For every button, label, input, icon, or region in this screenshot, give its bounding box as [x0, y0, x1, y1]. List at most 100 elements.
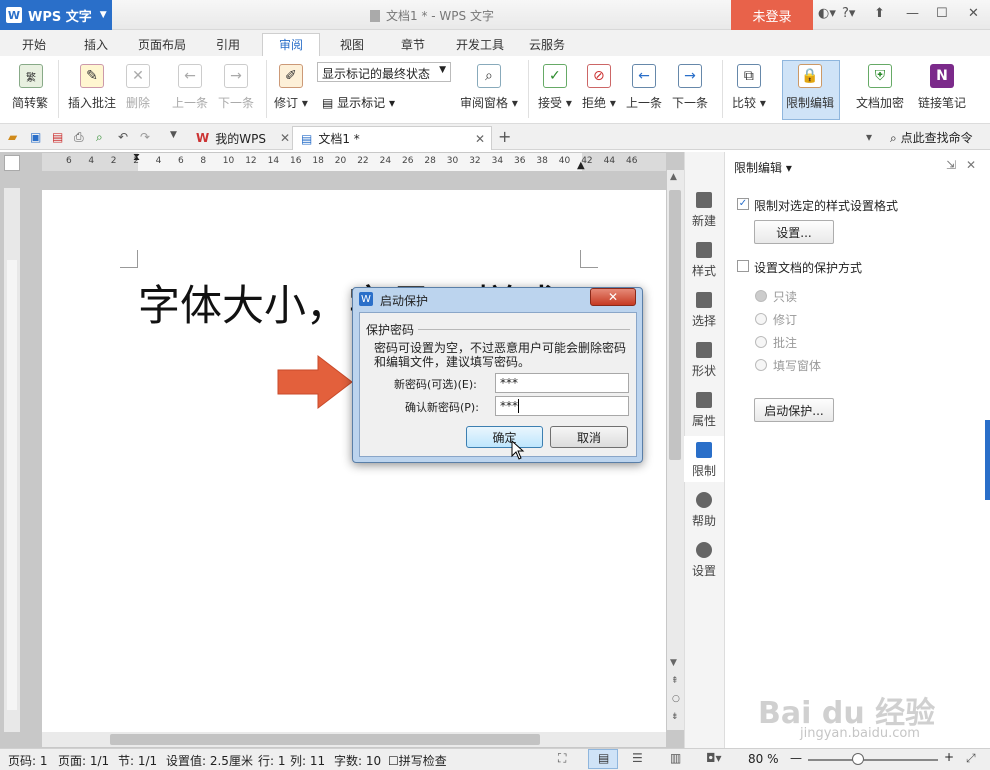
protection-checkbox[interactable]	[737, 260, 749, 272]
zoom-out-icon[interactable]: —	[790, 751, 802, 765]
settings-button[interactable]: 设置...	[754, 220, 834, 244]
comment-radio[interactable]	[755, 336, 767, 348]
compare-button[interactable]: ⧉ 比较 ▾	[732, 64, 766, 111]
zoom-slider-track[interactable]	[808, 759, 938, 761]
save-icon[interactable]: ▣	[30, 130, 41, 144]
tab-view[interactable]: 视图	[340, 36, 364, 53]
prev-page-icon[interactable]: ⇞	[671, 676, 679, 686]
panel-title[interactable]: 限制编辑 ▾	[734, 159, 792, 176]
new-password-input[interactable]: ***	[495, 373, 629, 393]
maximize-icon[interactable]: ☐	[936, 6, 948, 21]
tab-insert[interactable]: 插入	[84, 36, 108, 53]
arrow-right-icon: →	[678, 64, 702, 88]
sidebar-item-help[interactable]: 帮助	[684, 492, 724, 529]
full-screen-icon[interactable]: ⛶	[558, 751, 566, 766]
insert-comment-button[interactable]: ✎ 插入批注	[68, 64, 116, 111]
sidebar-item-new[interactable]: 新建	[684, 192, 724, 229]
sidebar-item-restrict[interactable]: 限制	[684, 436, 724, 482]
sidebar-item-styles[interactable]: 样式	[684, 242, 724, 279]
start-protection-button[interactable]: 启动保护...	[754, 398, 834, 422]
indent-marker[interactable]: ⧗	[133, 152, 140, 163]
readonly-radio[interactable]	[755, 290, 767, 302]
tab-home[interactable]: 开始	[22, 36, 46, 53]
show-markup-button[interactable]: ▤ 显示标记 ▾	[322, 94, 395, 111]
right-indent-marker[interactable]: ▲	[577, 160, 585, 171]
confirm-password-input[interactable]: ***	[495, 396, 629, 416]
tab-my-wps[interactable]: W 我的WPS ✕	[188, 126, 298, 150]
scroll-down-icon[interactable]: ▼	[670, 658, 677, 668]
ok-button[interactable]: 确定	[466, 426, 543, 448]
find-command-box[interactable]: ⌕ 点此查找命令	[890, 129, 973, 146]
prev-comment-button[interactable]: ← 上一条	[172, 64, 208, 111]
print-preview-icon[interactable]: ⌕	[96, 130, 103, 145]
tab-page-layout[interactable]: 页面布局	[138, 36, 186, 53]
horizontal-scrollbar-thumb[interactable]	[110, 734, 540, 745]
select-browse-icon[interactable]: ○	[672, 694, 680, 704]
tab-section[interactable]: 章节	[401, 36, 425, 53]
cancel-button[interactable]: 取消	[550, 426, 628, 448]
tab-references[interactable]: 引用	[216, 36, 240, 53]
outline-view-icon[interactable]: ☰	[632, 751, 643, 765]
redo-icon[interactable]: ↷	[140, 130, 150, 144]
minimize-icon[interactable]: —	[906, 6, 919, 21]
tab-stop-selector[interactable]	[4, 155, 20, 171]
open-folder-icon[interactable]: ▰	[8, 130, 17, 144]
skin-icon[interactable]: ◐▾	[818, 6, 836, 21]
encrypt-document-button[interactable]: ⛨ 文档加密	[856, 64, 904, 111]
upload-icon[interactable]: ⬆	[874, 6, 885, 21]
ruler-tick-label: 6	[66, 156, 72, 166]
tab-cloud[interactable]: 云服务	[529, 36, 565, 53]
sidebar-item-settings[interactable]: 设置	[684, 542, 724, 579]
close-icon[interactable]: ✕	[968, 6, 979, 21]
close-tab-icon[interactable]: ✕	[280, 131, 290, 145]
restrict-format-checkbox[interactable]: ✓	[737, 198, 749, 210]
undo-icon[interactable]: ↶	[118, 130, 128, 144]
delete-comment-button[interactable]: ✕ 删除	[126, 64, 150, 111]
tab-developer[interactable]: 开发工具	[456, 36, 504, 53]
zoom-slider-thumb[interactable]	[852, 753, 864, 765]
link-notes-button[interactable]: N 链接笔记	[918, 64, 966, 111]
sidebar-item-properties[interactable]: 属性	[684, 392, 724, 429]
readonly-label: 只读	[773, 290, 798, 304]
close-tab-icon[interactable]: ✕	[475, 132, 485, 146]
zoom-in-icon[interactable]: +	[944, 750, 954, 764]
dialog-close-button[interactable]: ✕	[590, 288, 636, 306]
fit-window-icon[interactable]: ⤢	[966, 751, 976, 766]
status-row: 行: 1	[258, 754, 286, 768]
print-icon[interactable]: ⎙	[74, 130, 84, 145]
login-button[interactable]: 未登录	[731, 0, 813, 30]
markup-display-select[interactable]: 显示标记的最终状态 ▼	[317, 62, 451, 82]
zoom-level[interactable]: 80 %	[748, 752, 779, 766]
spell-check-button[interactable]: ☐拼写检查	[388, 752, 447, 769]
next-change-button[interactable]: → 下一条	[672, 64, 708, 111]
protect-eye-icon[interactable]: ◘▾	[706, 751, 722, 765]
accept-button[interactable]: ✓ 接受 ▾	[538, 64, 572, 111]
help-icon[interactable]: ?▾	[842, 6, 855, 21]
tab-document[interactable]: ▤ 文档1 * ✕	[292, 126, 492, 150]
pdf-icon[interactable]: ▤	[52, 130, 63, 144]
sidebar-item-select[interactable]: 选择	[684, 292, 724, 329]
toolbar-toggle-icon[interactable]: ▾	[866, 130, 872, 144]
chevron-down-icon[interactable]: ▼	[170, 130, 177, 140]
next-comment-button[interactable]: → 下一条	[218, 64, 254, 111]
review-pane-button[interactable]: ⌕ 审阅窗格 ▾	[460, 64, 518, 111]
app-menu-button[interactable]: W WPS 文字 ▼	[0, 0, 112, 30]
form-radio[interactable]	[755, 359, 767, 371]
new-tab-icon[interactable]: +	[498, 127, 511, 146]
tab-review[interactable]: 审阅	[279, 36, 303, 53]
next-page-icon[interactable]: ⇟	[671, 712, 679, 722]
prev-change-button[interactable]: ← 上一条	[626, 64, 662, 111]
revision-radio[interactable]	[755, 313, 767, 325]
dock-icon[interactable]: ⇲	[946, 158, 956, 172]
reject-button[interactable]: ⊘ 拒绝 ▾	[582, 64, 616, 111]
close-panel-icon[interactable]: ✕	[966, 158, 976, 172]
scroll-up-icon[interactable]: ▲	[670, 172, 677, 182]
restrict-edit-button[interactable]: 🔒 限制编辑	[786, 64, 834, 111]
sidebar-item-shapes[interactable]: 形状	[684, 342, 724, 379]
track-changes-button[interactable]: ✐ 修订 ▾	[274, 64, 308, 111]
help-icon	[696, 492, 712, 508]
simplified-traditional-button[interactable]: 繁 简转繁	[12, 64, 48, 111]
web-view-icon[interactable]: ▥	[670, 751, 681, 765]
ruler-tick-label: 22	[357, 156, 369, 166]
scrollbar-thumb[interactable]	[669, 190, 681, 460]
